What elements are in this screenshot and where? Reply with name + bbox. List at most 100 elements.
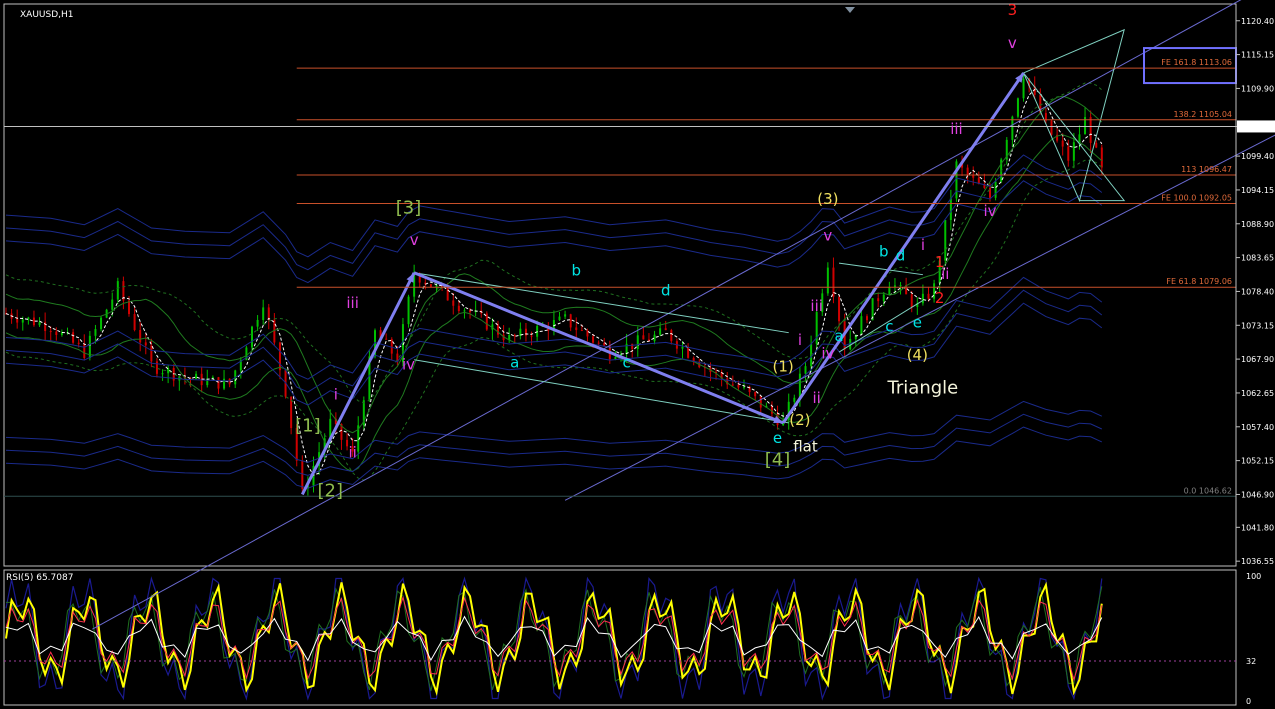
wave-label: ii	[813, 389, 821, 407]
wave-label: b	[572, 261, 582, 279]
fib-level-label: FE 61.8 1079.06	[1166, 277, 1232, 286]
wave-label: [4]	[765, 449, 791, 470]
candle-body	[687, 346, 690, 358]
candle-body	[100, 317, 103, 330]
candle-body	[1050, 120, 1053, 135]
candle-body	[659, 328, 662, 335]
wave-label: i	[921, 236, 925, 254]
candle-body	[642, 335, 645, 340]
wave-label: (3)	[817, 190, 838, 208]
candle-body	[262, 307, 265, 320]
candle-body	[636, 335, 639, 350]
wave-label: iv	[402, 355, 415, 373]
candle-body	[731, 384, 734, 386]
price-tick-label: 1062.65	[1241, 389, 1274, 398]
price-tick-label: 1052.15	[1241, 457, 1274, 466]
price-tick-label: 1046.90	[1241, 490, 1274, 499]
candle-body	[798, 373, 801, 398]
candle-body	[793, 397, 796, 402]
candle-body	[452, 300, 455, 306]
candle-body	[429, 284, 432, 288]
candle-body	[251, 326, 253, 348]
wave-label: flat	[793, 437, 818, 455]
wave-label: [1]	[295, 415, 321, 436]
wave-label: c	[622, 353, 630, 371]
candle-body	[72, 332, 75, 343]
candle-body	[759, 396, 762, 408]
price-tick-label: 1099.40	[1241, 152, 1274, 161]
candle-body	[133, 314, 136, 330]
wave-label: e	[773, 429, 782, 447]
candle-body	[899, 285, 902, 287]
rsi-panel-frame	[3, 569, 1237, 706]
candle-body	[155, 361, 158, 374]
candle-body	[592, 336, 595, 343]
wave-label: a	[834, 327, 843, 345]
wave-label: e	[913, 314, 922, 332]
candle-body	[575, 327, 578, 331]
candle-body	[49, 331, 52, 333]
candle-body	[1078, 134, 1081, 143]
candle-body	[893, 285, 896, 287]
wave-label: v	[1008, 34, 1017, 52]
candle-body	[290, 396, 293, 429]
candle-body	[116, 281, 119, 300]
candle-body	[860, 316, 863, 335]
wave-label: v	[410, 231, 419, 249]
candle-body	[457, 305, 460, 312]
candle-body	[524, 328, 527, 336]
candle-body	[530, 335, 533, 337]
candle-body	[754, 392, 757, 397]
candle-body	[1061, 140, 1064, 147]
price-tick-label: 1094.15	[1241, 186, 1274, 195]
wave-label: iv	[821, 344, 834, 362]
price-tick-label: 1057.40	[1241, 423, 1274, 432]
rsi-title: RSI(5) 65.7087	[6, 573, 73, 583]
candle-body	[966, 167, 969, 175]
candle-body	[888, 286, 891, 295]
candle-body	[838, 296, 841, 322]
price-tick-label: 1067.90	[1241, 355, 1274, 364]
candle-body	[1022, 78, 1025, 99]
wave-label: v	[823, 227, 832, 245]
candle-body	[569, 314, 572, 328]
fib-level-label: 138.2 1105.04	[1173, 110, 1232, 119]
wave-label: d	[896, 247, 906, 265]
candle-body	[1095, 142, 1098, 148]
candle-body	[128, 300, 130, 315]
wave-label: [2]	[318, 480, 344, 501]
candle-body	[826, 267, 829, 294]
candle-body	[866, 316, 868, 321]
price-tick-label: 1078.40	[1241, 287, 1274, 296]
wave-label: a	[510, 353, 519, 371]
rsi-tick-label: 32	[1246, 657, 1256, 666]
candle-body	[994, 181, 997, 198]
candle-body	[614, 357, 617, 360]
candle-body	[446, 286, 449, 301]
price-tick-label: 1041.80	[1241, 523, 1274, 532]
candle-body	[21, 319, 24, 323]
candle-body	[804, 366, 807, 374]
candle-body	[83, 343, 86, 358]
fib-level-label: FE 161.8 1113.06	[1161, 58, 1232, 67]
main-panel-frame	[3, 3, 1237, 567]
wave-label: iii	[810, 297, 823, 315]
rsi-tick-label: 100	[1246, 572, 1261, 581]
candle-body	[580, 330, 583, 332]
wave-label: 2	[935, 289, 945, 307]
candle-body	[38, 322, 41, 326]
candle-body	[407, 296, 410, 325]
wave-label: iii	[950, 120, 963, 138]
candle-body	[301, 460, 304, 489]
candle-body	[921, 293, 924, 304]
candle-body	[1089, 117, 1092, 143]
wave-label: b	[879, 243, 889, 261]
candle-body	[385, 338, 388, 340]
price-tick-label: 1120.40	[1241, 17, 1274, 26]
price-chart: FE 161.8 1113.06 138.2 1105.04 113 1096.47…	[3, 0, 1275, 706]
candle-body	[463, 310, 466, 312]
candle-body	[77, 342, 80, 344]
chart-title: XAUUSD,H1	[20, 10, 74, 20]
fib-level-label: FE 100.0 1092.05	[1161, 193, 1232, 202]
wave-label: i	[334, 386, 338, 404]
